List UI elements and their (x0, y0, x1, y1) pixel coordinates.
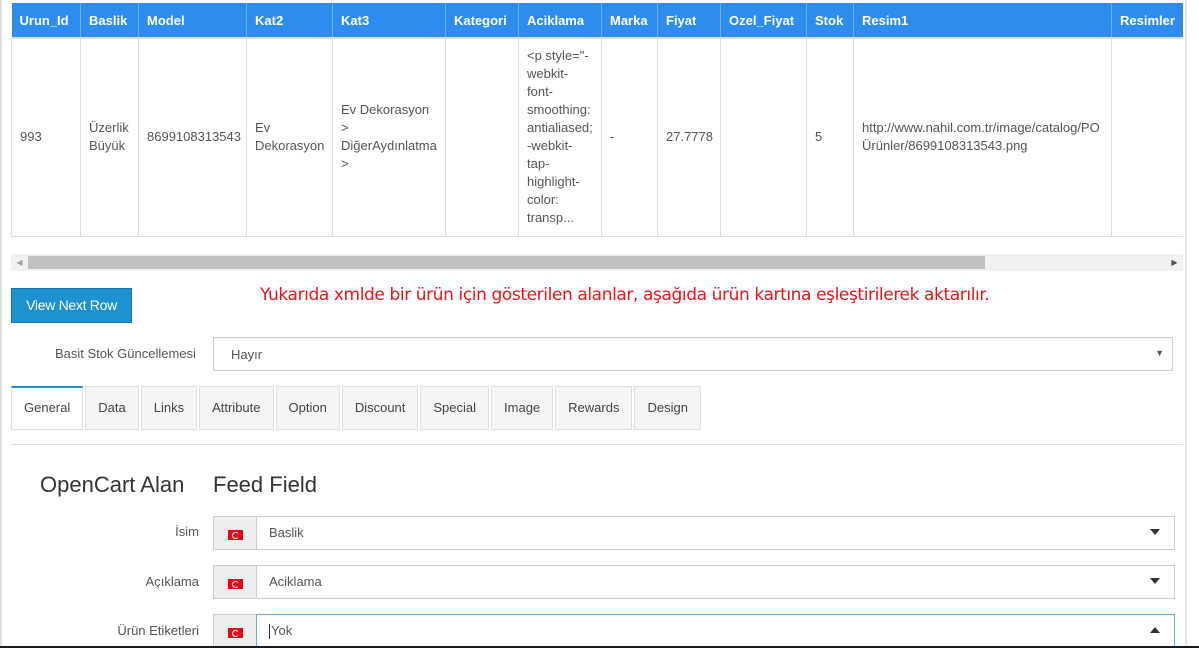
feed-field-select-aciklama[interactable]: Aciklama (256, 565, 1175, 599)
column-header: Stok (806, 3, 854, 39)
text-cursor (269, 624, 270, 640)
selected-value-wrap: Yok (269, 623, 293, 640)
column-header: Aciklama (518, 3, 602, 39)
cell-ozel-fiyat (720, 38, 807, 237)
cell-resimler (1111, 38, 1183, 237)
field-label-isim: İsim (175, 524, 199, 539)
column-header: Baslik (80, 3, 139, 39)
tab-design[interactable]: Design (634, 386, 701, 430)
cell-fiyat: 27.7778 (657, 38, 721, 237)
selected-value: Aciklama (269, 574, 322, 589)
tab-image[interactable]: Image (491, 386, 554, 430)
column-header: Resimler (1111, 3, 1183, 39)
field-label-urun-etiketleri: Ürün Etiketleri (117, 623, 199, 638)
cell-kategori (445, 38, 519, 237)
stock-update-select[interactable]: Hayır ▼ (213, 337, 1173, 371)
field-row-urun-etiketleri: Yok (213, 614, 1175, 648)
column-header: Kat3 (332, 3, 446, 39)
column-header: Urun_Id (11, 3, 81, 39)
cell-urun-id: 993 (11, 38, 81, 237)
scroll-left-arrow-icon[interactable]: ◀ (11, 254, 28, 271)
tab-general[interactable]: General (11, 386, 84, 430)
language-addon (213, 614, 257, 648)
column-header: Kategori (445, 3, 519, 39)
caret-down-icon: ▼ (1155, 348, 1164, 358)
tab-discount[interactable]: Discount (341, 386, 419, 430)
selected-value: Yok (271, 623, 293, 638)
cell-marka: - (601, 38, 658, 237)
column-header: Model (138, 3, 247, 39)
column-header: Resim1 (853, 3, 1112, 39)
field-row-aciklama: Aciklama (213, 565, 1175, 599)
product-tabs: General Data Links Attribute Option Disc… (11, 386, 703, 430)
tab-links[interactable]: Links (140, 386, 198, 430)
cell-kat2: Ev Dekorasyon (246, 38, 333, 237)
tab-option[interactable]: Option (275, 386, 340, 430)
scrollbar-thumb[interactable] (28, 256, 985, 269)
feed-preview-table: Urun_Id Baslik Model Kat2 Kat3 Kategori … (11, 3, 1183, 237)
language-addon (213, 516, 257, 550)
caret-down-icon (1150, 529, 1160, 535)
cell-model: 8699108313543 (138, 38, 247, 237)
turkey-flag-icon (228, 579, 243, 589)
stock-update-value: Hayır (231, 347, 263, 362)
horizontal-scrollbar[interactable]: ◀ ▶ (11, 254, 1183, 271)
mapping-notice: Yukarıda xmlde bir ürün için gösterilen … (260, 285, 990, 305)
column-header: Ozel_Fiyat (720, 3, 807, 39)
scroll-right-arrow-icon[interactable]: ▶ (1166, 254, 1183, 271)
language-addon (213, 565, 257, 599)
feed-field-heading: Feed Field (213, 472, 317, 497)
cell-stok: 5 (806, 38, 854, 237)
feed-field-select-isim[interactable]: Baslik (256, 516, 1175, 550)
caret-up-icon (1150, 627, 1160, 633)
view-next-row-button[interactable]: View Next Row (11, 288, 132, 323)
column-header: Marka (601, 3, 658, 39)
column-header: Fiyat (657, 3, 721, 39)
tab-rewards[interactable]: Rewards (555, 386, 633, 430)
column-header: Kat2 (246, 3, 333, 39)
field-row-isim: Baslik (213, 516, 1175, 550)
feed-field-select-urun-etiketleri[interactable]: Yok (256, 614, 1175, 648)
tab-special[interactable]: Special (420, 386, 490, 430)
tab-attribute[interactable]: Attribute (199, 386, 274, 430)
tabs-divider (11, 444, 1183, 445)
cell-resim1: http://www.nahil.com.tr/image/catalog/PO… (853, 38, 1112, 237)
selected-value: Baslik (269, 525, 304, 540)
window-edge-right (1185, 0, 1187, 648)
table-row: 993 Üzerlik Büyük 8699108313543 Ev Dekor… (11, 38, 1183, 237)
opencart-field-heading: OpenCart Alan (40, 472, 185, 497)
tab-data[interactable]: Data (85, 386, 139, 430)
caret-down-icon (1150, 578, 1160, 584)
cell-kat3: Ev Dekorasyon > DiğerAydınlatma > (332, 38, 446, 237)
cell-baslik: Üzerlik Büyük (80, 38, 139, 237)
turkey-flag-icon (228, 628, 243, 638)
cell-aciklama: <p style="-webkit-font-smoothing: antial… (518, 38, 602, 237)
turkey-flag-icon (228, 530, 243, 540)
field-label-aciklama: Açıklama (145, 574, 199, 589)
table-header-row: Urun_Id Baslik Model Kat2 Kat3 Kategori … (11, 3, 1183, 39)
stock-update-label: Basit Stok Güncellemesi (55, 346, 196, 361)
window-edge-left (0, 0, 2, 648)
